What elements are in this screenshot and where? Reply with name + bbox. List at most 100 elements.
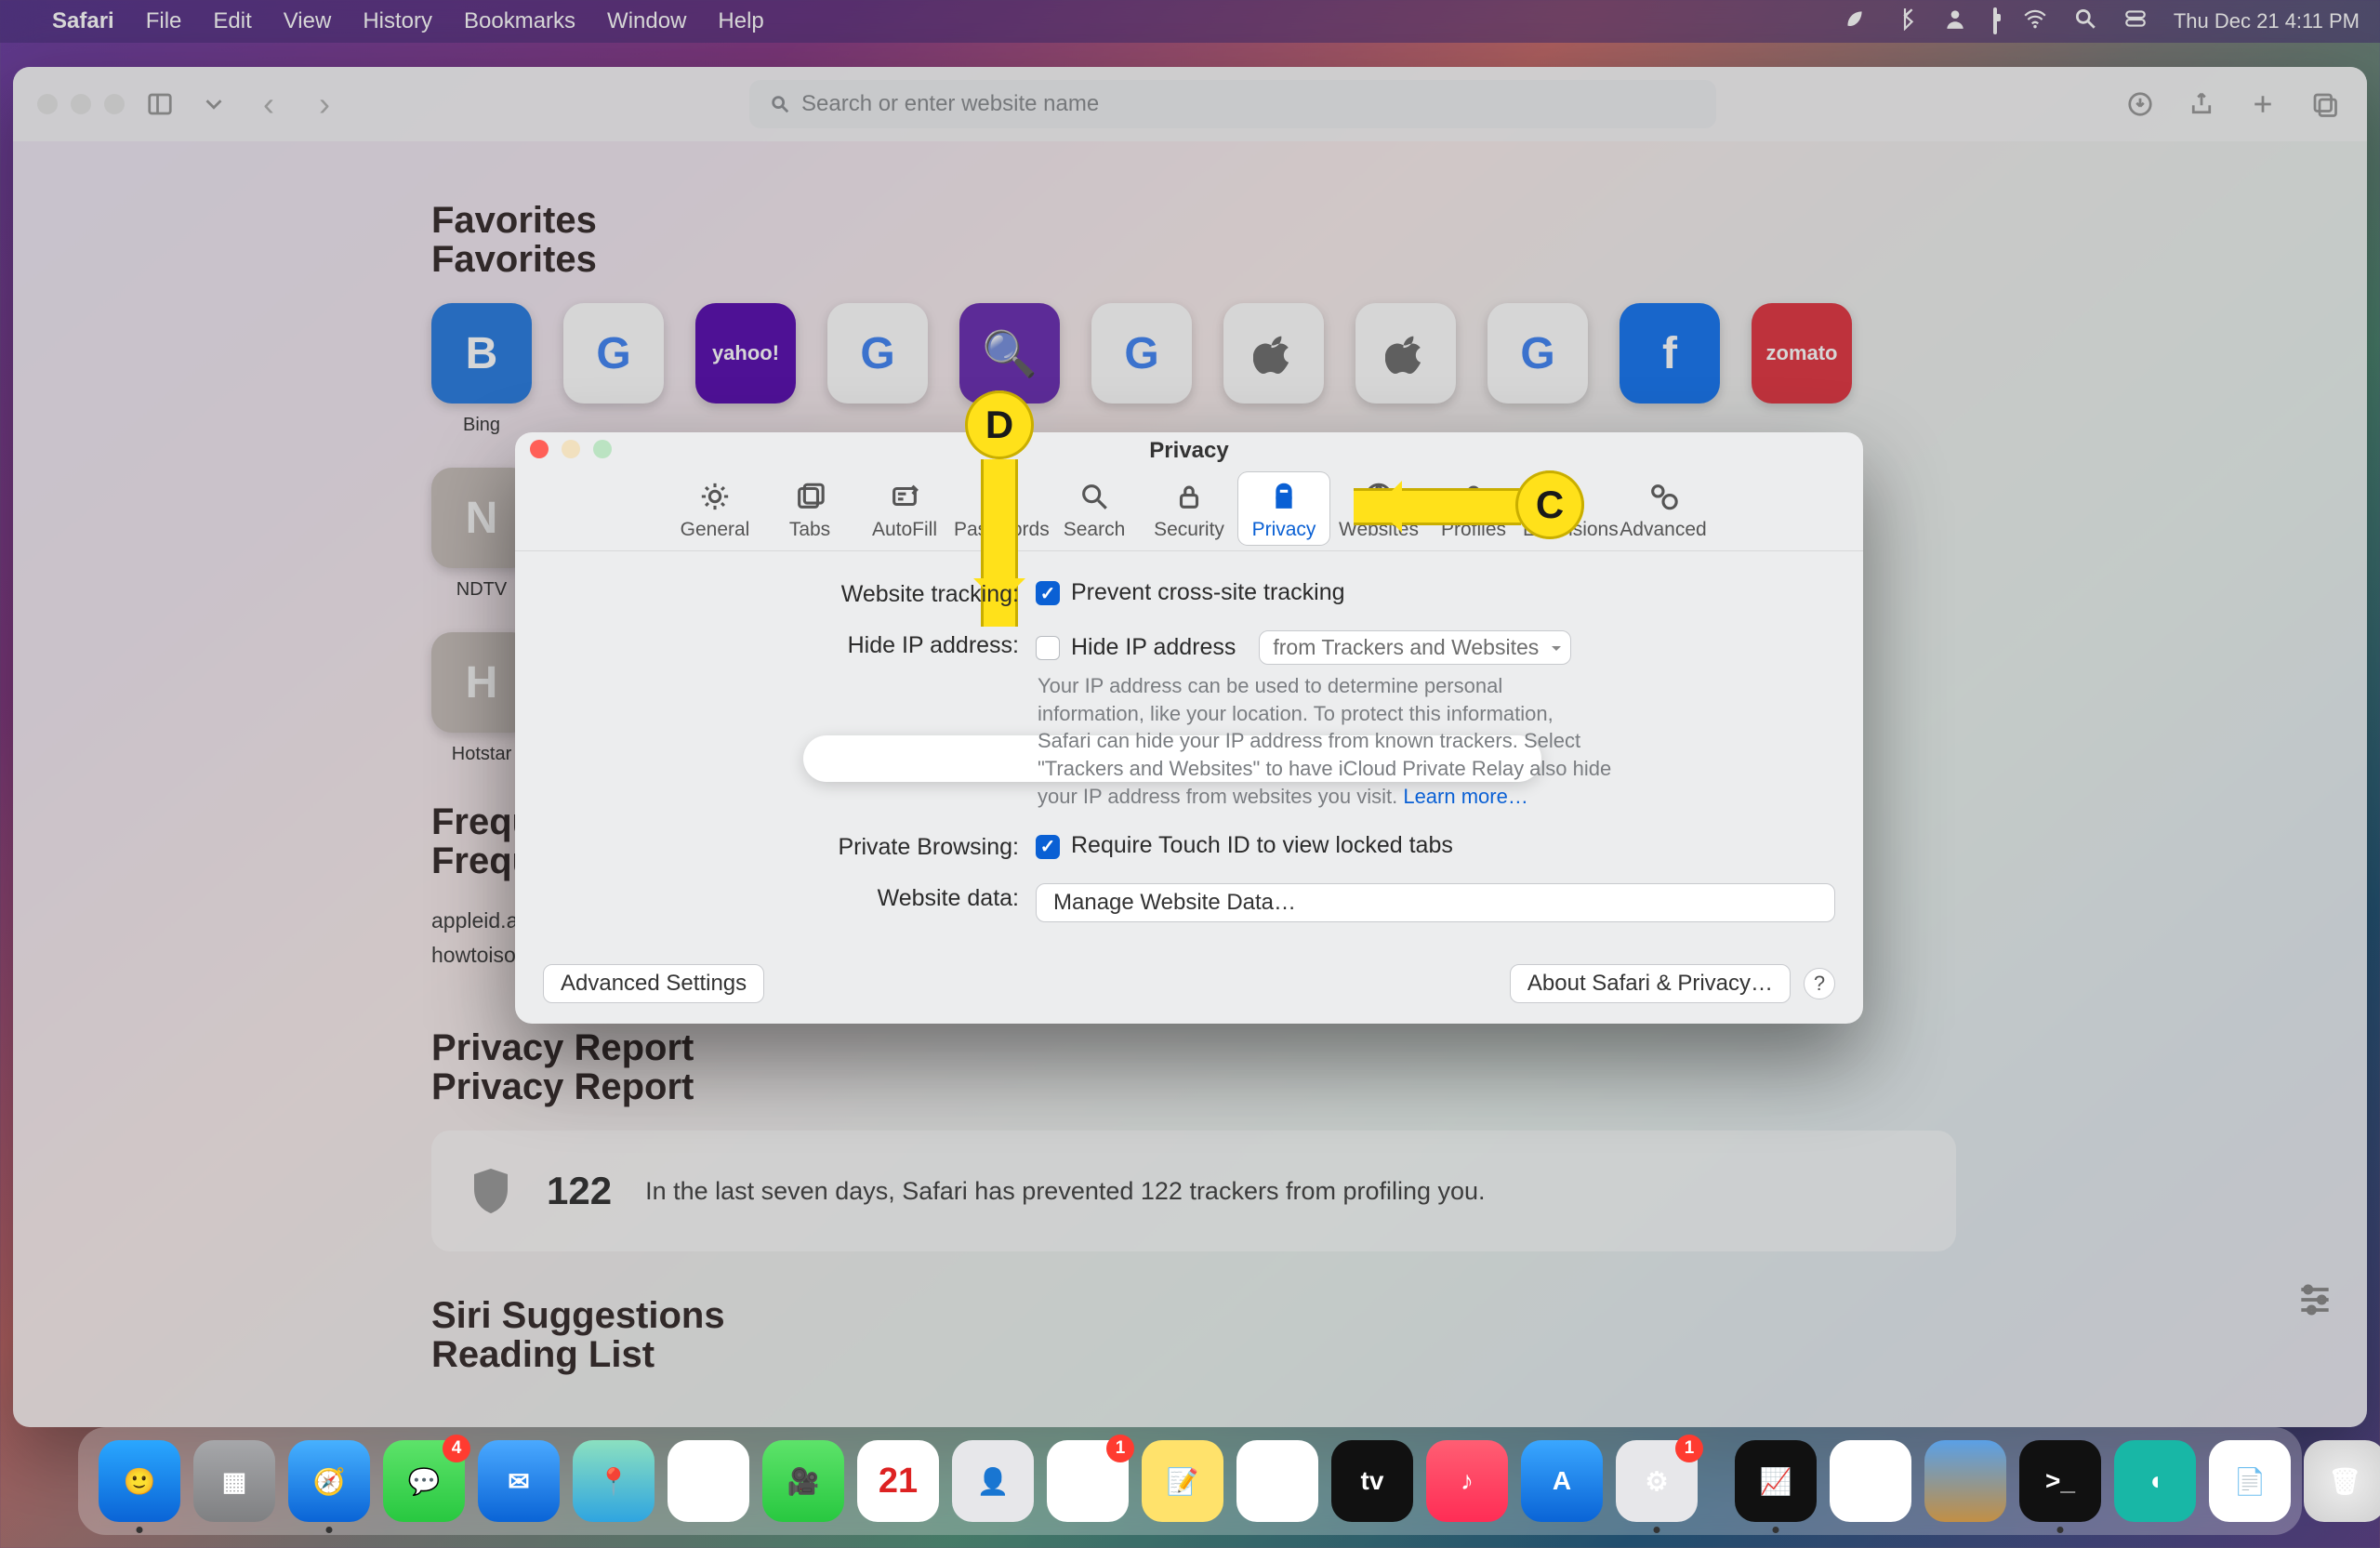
dock-safari[interactable]: 🧭 [288,1440,370,1522]
prefs-tab-general[interactable]: General [669,472,760,545]
share-icon[interactable] [2183,88,2220,120]
privacy-report-card[interactable]: 122 In the last seven days, Safari has p… [431,1131,1956,1251]
dock-launchpad[interactable]: ▦ [193,1440,275,1522]
new-tab-icon[interactable] [2244,88,2281,120]
private-browsing-label: Private Browsing: [543,832,1036,861]
menu-bar[interactable]: Safari File Edit View History Bookmarks … [0,0,2380,43]
hide-ip-checkbox[interactable]: Hide IP address [1036,634,1236,660]
tab-overview-icon[interactable] [2306,88,2343,120]
dock-surfshark[interactable]: ◖ [2114,1440,2196,1522]
dock[interactable]: 🙂▦🧭💬4✉📍❀🎥21👤≣1📝〰tv♪A⚙1 📈◎>_◖📄🗑 [78,1427,2302,1535]
menu-help[interactable]: Help [718,8,763,34]
favorite-tile[interactable]: G [1091,303,1192,436]
menu-file[interactable]: File [146,8,182,34]
tab-group-chevron-icon[interactable] [195,88,232,120]
dock-pages[interactable]: 📄 [2209,1440,2291,1522]
dock-maps[interactable]: 📍 [573,1440,654,1522]
close-button[interactable] [530,440,549,458]
wifi-icon[interactable] [2023,7,2047,36]
back-button[interactable]: ‹ [249,85,288,124]
about-safari-privacy-button[interactable]: About Safari & Privacy… [1510,964,1791,1003]
dock-mail[interactable]: ✉ [478,1440,560,1522]
dock-music[interactable]: ♪ [1426,1440,1508,1522]
preferences-window-controls[interactable] [530,440,612,458]
menu-bookmarks[interactable]: Bookmarks [464,8,575,34]
favorite-tile[interactable] [1223,303,1324,436]
require-touchid-checkbox[interactable]: Require Touch ID to view locked tabs [1036,832,1835,859]
favorite-tile[interactable]: G [827,303,928,436]
help-button[interactable]: ? [1804,968,1835,999]
menu-clock[interactable]: Thu Dec 21 4:11 PM [2174,9,2360,33]
annotation-badge-d: D [965,390,1034,459]
user-icon[interactable] [1943,7,1967,36]
downloads-icon[interactable] [2122,88,2159,120]
menu-history[interactable]: History [363,8,432,34]
dock-appstore[interactable]: A [1521,1440,1603,1522]
minimize-button [562,440,580,458]
battery-icon[interactable] [1993,9,1997,33]
dock-messages[interactable]: 💬4 [383,1440,465,1522]
dock-chrome[interactable]: ◎ [1830,1440,1911,1522]
leaf-icon[interactable] [1843,7,1867,36]
dock-finder[interactable]: 🙂 [99,1440,180,1522]
advanced-settings-button[interactable]: Advanced Settings [543,964,764,1003]
favorite-tile[interactable]: yahoo! [695,303,796,436]
dock-activity[interactable]: 📈 [1735,1440,1817,1522]
preferences-body: Website tracking: Prevent cross-site tra… [515,551,1863,922]
prevent-cross-site-checkbox[interactable]: Prevent cross-site tracking [1036,579,1835,606]
sidebar-toggle-icon[interactable] [141,88,178,120]
window-controls[interactable] [37,94,125,114]
dock-calendar[interactable]: 21 [857,1440,939,1522]
dock-notes[interactable]: 📝 [1142,1440,1223,1522]
menu-window[interactable]: Window [607,8,686,34]
dock-photos[interactable]: ❀ [668,1440,749,1522]
dock-trash[interactable]: 🗑 [2304,1440,2380,1522]
prefs-tab-search[interactable]: Search [1049,472,1140,545]
address-bar-placeholder: Search or enter website name [801,91,1099,117]
favorite-tile[interactable]: G [563,303,664,436]
prefs-tab-security[interactable]: Security [1144,472,1235,545]
prefs-tab-autofill[interactable]: AutoFill [859,472,950,545]
favorite-tile[interactable]: BBing [431,303,532,436]
spotlight-icon[interactable] [2073,7,2097,36]
bluetooth-icon[interactable] [1893,7,1917,36]
website-data-label: Website data: [543,883,1036,912]
dock-tv[interactable]: tv [1331,1440,1413,1522]
prefs-tab-tabs[interactable]: Tabs [764,472,855,545]
suggestions-heading: Siri SuggestionsReading List [431,1296,1956,1374]
hide-ip-label: Hide IP address: [543,630,1036,659]
favorite-tile[interactable]: f [1620,303,1720,436]
annotation-badge-c: C [1515,470,1584,539]
shield-icon [469,1165,513,1217]
favorite-tile[interactable]: zomato [1752,303,1852,436]
favorites-heading: FavoritesFavorites [431,201,1956,279]
preferences-tabs: GeneralTabsAutoFillPasswordsSearchSecuri… [515,466,1863,551]
privacy-report-heading: Privacy ReportPrivacy Report [431,1028,1956,1106]
dock-facetime[interactable]: 🎥 [762,1440,844,1522]
dock-reminders[interactable]: ≣1 [1047,1440,1129,1522]
menu-edit[interactable]: Edit [213,8,251,34]
prefs-tab-advanced[interactable]: Advanced [1618,472,1709,545]
dock-weather[interactable] [1924,1440,2006,1522]
address-bar[interactable]: Search or enter website name [749,80,1716,128]
tracker-count: 122 [547,1169,612,1213]
preferences-window: Privacy GeneralTabsAutoFillPasswordsSear… [515,432,1863,1024]
website-tracking-label: Website tracking: [543,579,1036,608]
control-center-icon[interactable] [2123,7,2148,36]
preferences-title: Privacy [515,432,1863,466]
app-menu[interactable]: Safari [52,8,114,34]
dock-contacts[interactable]: 👤 [952,1440,1034,1522]
learn-more-link[interactable]: Learn more… [1403,785,1528,808]
customize-startpage-icon[interactable] [2294,1279,2335,1325]
dock-freeform[interactable]: 〰 [1236,1440,1318,1522]
hide-ip-scope-select[interactable]: from Trackers and Websites [1259,630,1571,665]
forward-button[interactable]: › [305,85,344,124]
menu-view[interactable]: View [284,8,332,34]
prefs-tab-privacy[interactable]: Privacy [1238,472,1329,545]
manage-website-data-button[interactable]: Manage Website Data… [1036,883,1835,922]
dock-terminal[interactable]: >_ [2019,1440,2101,1522]
annotation-arrow-c [1354,488,1521,525]
favorite-tile[interactable] [1355,303,1456,436]
dock-settings[interactable]: ⚙1 [1616,1440,1698,1522]
favorite-tile[interactable]: G [1488,303,1588,436]
